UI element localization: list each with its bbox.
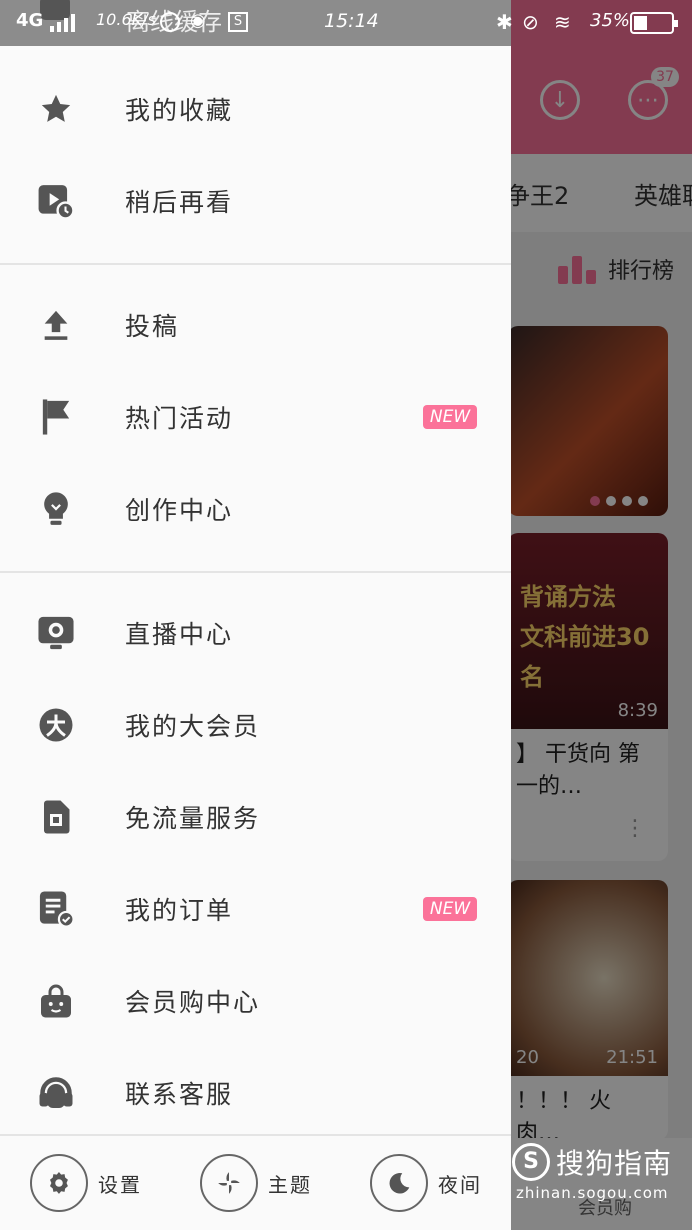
menu-item-hot-events[interactable]: 热门活动 NEW xyxy=(0,371,511,463)
settings-label: 设置 xyxy=(98,1172,142,1197)
new-badge: NEW xyxy=(423,405,477,429)
navigation-drawer: 离线缓存 我的收藏 稍后再看 投稿 热门活动 NEW 创作中心 直播中心 我的大… xyxy=(0,0,511,1230)
alarm-icon xyxy=(160,12,180,32)
theme-icon xyxy=(200,1154,258,1212)
sim-card-icon xyxy=(37,798,75,836)
menu-item-label: 投稿 xyxy=(125,312,180,341)
big-member-icon xyxy=(37,706,75,744)
signal-icon xyxy=(50,12,75,32)
menu-item-label: 联系客服 xyxy=(125,1080,234,1109)
menu-item-free-data[interactable]: 免流量服务 xyxy=(0,771,511,863)
theme-button[interactable]: 主题 xyxy=(200,1154,312,1212)
network-speed: 10.6K/s xyxy=(96,10,156,29)
menu-item-label: 直播中心 xyxy=(125,620,234,649)
menu-item-member-shop[interactable]: 会员购中心 xyxy=(0,955,511,1047)
shopping-bag-icon xyxy=(37,982,75,1020)
moon-icon xyxy=(370,1154,428,1212)
upload-icon xyxy=(37,306,75,344)
menu-item-label: 我的收藏 xyxy=(125,96,234,125)
status-bar: 4G 10.6K/s ◉ S 15:14 ✱ ⊘ ≋ 35% xyxy=(0,0,692,46)
watermark-title: 搜狗指南 xyxy=(556,1147,673,1180)
theme-label: 主题 xyxy=(268,1172,312,1197)
sogou-s-icon: S xyxy=(512,1143,550,1181)
menu-item-creation-center[interactable]: 创作中心 xyxy=(0,463,511,555)
bluetooth-icon: ✱ xyxy=(496,10,513,34)
clock: 15:14 xyxy=(324,10,379,32)
menu-item-label: 会员购中心 xyxy=(125,988,261,1017)
new-badge: NEW xyxy=(423,897,477,921)
menu-item-upload[interactable]: 投稿 xyxy=(0,279,511,371)
menu-item-label: 创作中心 xyxy=(125,496,234,525)
watermark-url: zhinan.sogou.com xyxy=(516,1184,669,1202)
menu-divider xyxy=(0,263,511,265)
menu-item-live-center[interactable]: 直播中心 xyxy=(0,587,511,679)
sogou-watermark: S 搜狗指南 zhinan.sogou.com xyxy=(512,1142,672,1202)
watch-later-icon xyxy=(37,182,75,220)
order-icon xyxy=(37,890,75,928)
live-camera-icon xyxy=(37,614,75,652)
night-mode-button[interactable]: 夜间 xyxy=(370,1154,482,1212)
weibo-icon: ◉ xyxy=(190,10,206,31)
menu-item-my-orders[interactable]: 我的订单 NEW xyxy=(0,863,511,955)
menu-item-label: 我的大会员 xyxy=(125,712,261,741)
menu-item-label: 热门活动 xyxy=(125,404,234,433)
battery-percent: 35% xyxy=(590,10,631,31)
menu-item-favorites[interactable]: 我的收藏 xyxy=(0,63,511,155)
lightbulb-icon xyxy=(37,490,75,528)
menu-divider xyxy=(0,571,511,573)
menu-item-watch-later[interactable]: 稍后再看 xyxy=(0,155,511,247)
network-type: 4G xyxy=(16,10,44,31)
headset-icon xyxy=(37,1074,75,1112)
mute-icon: ⊘ xyxy=(522,10,539,34)
s-app-icon: S xyxy=(228,12,248,32)
menu-item-label: 稍后再看 xyxy=(125,188,234,217)
battery-icon xyxy=(630,12,678,34)
star-icon xyxy=(37,90,75,128)
wifi-icon: ≋ xyxy=(554,10,571,34)
menu-item-big-member[interactable]: 我的大会员 xyxy=(0,679,511,771)
drawer-footer: 设置 主题 夜间 xyxy=(0,1134,511,1230)
flag-icon xyxy=(37,398,75,436)
settings-button[interactable]: 设置 xyxy=(30,1154,142,1212)
night-mode-label: 夜间 xyxy=(438,1172,482,1197)
menu-item-label: 免流量服务 xyxy=(125,804,261,833)
menu-item-label: 我的订单 xyxy=(125,896,234,925)
gear-icon xyxy=(30,1154,88,1212)
watermark-logo: S 搜狗指南 xyxy=(512,1142,672,1182)
menu-item-customer-service[interactable]: 联系客服 xyxy=(0,1047,511,1139)
